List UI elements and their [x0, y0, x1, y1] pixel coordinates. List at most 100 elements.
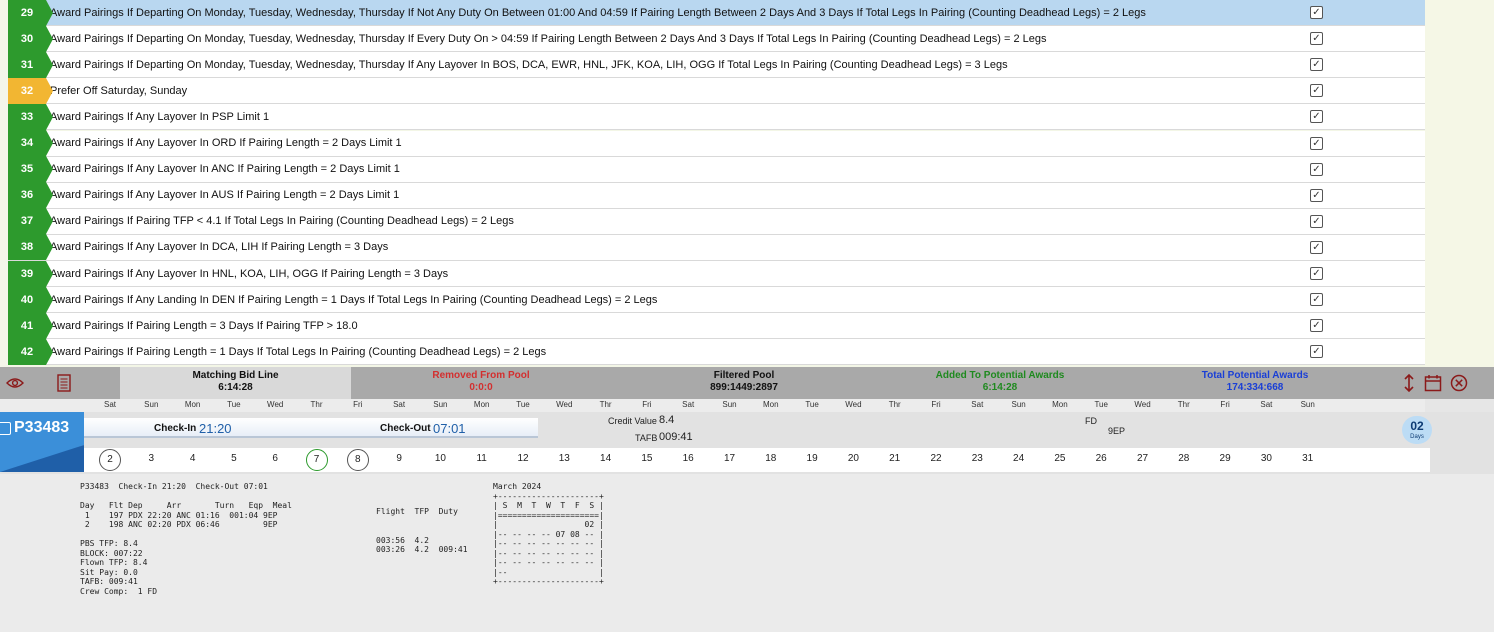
pairing-select-checkbox[interactable] — [0, 422, 11, 435]
pairing-date[interactable]: 5 — [231, 453, 237, 464]
total-potential-awards-summary[interactable]: Total Potential Awards 174:334:668 — [1123, 367, 1387, 399]
bid-line-enabled-checkbox[interactable]: ✓ — [1310, 345, 1323, 359]
pairing-date[interactable]: 12 — [517, 453, 528, 464]
pairing-date[interactable]: 11 — [476, 453, 486, 464]
bid-line-row[interactable]: 32 Prefer Off Saturday, Sunday ✓ — [8, 77, 1425, 105]
day-of-week-label: Tue — [1094, 400, 1108, 409]
day-of-week-label: Mon — [184, 400, 201, 409]
pairing-date[interactable]: 25 — [1054, 453, 1065, 464]
bid-line-row[interactable]: 41 Award Pairings If Pairing Length = 3 D… — [8, 312, 1425, 340]
pairing-date[interactable]: 9 — [396, 453, 402, 464]
pairing-date[interactable]: 15 — [641, 453, 652, 464]
bid-line-enabled-checkbox[interactable]: ✓ — [1310, 188, 1323, 202]
eye-icon[interactable] — [6, 374, 24, 392]
close-circle-icon[interactable] — [1450, 374, 1468, 392]
pairing-date[interactable]: 14 — [600, 453, 611, 464]
bid-line-enabled-checkbox[interactable]: ✓ — [1310, 214, 1323, 228]
bid-line-row[interactable]: 29 Award Pairings If Departing On Monday,… — [8, 0, 1425, 26]
matching-bid-line-summary[interactable]: Matching Bid Line 6:14:28 — [120, 367, 351, 399]
pairing-date[interactable]: 23 — [972, 453, 983, 464]
bid-line-number: 41 — [8, 312, 53, 339]
pairing-date[interactable]: 30 — [1261, 453, 1272, 464]
day-of-week-label: Tue — [227, 400, 241, 409]
bid-line-enabled-checkbox[interactable]: ✓ — [1310, 32, 1323, 46]
bid-line-row[interactable]: 30 Award Pairings If Departing On Monday,… — [8, 25, 1425, 53]
pairing-date[interactable]: 27 — [1137, 453, 1148, 464]
pairing-date[interactable]: 10 — [435, 453, 446, 464]
bid-line-row[interactable]: 37 Award Pairings If Pairing TFP < 4.1 If… — [8, 208, 1425, 235]
day-of-week-header: Sat Sun Mon Tue Wed Thr Fri Sat Sun Mon Tue Wed Thr F… — [0, 399, 1425, 412]
removed-from-pool-summary[interactable]: Removed From Pool 0:0:0 — [351, 367, 611, 399]
day-of-week-label: Mon — [763, 400, 779, 409]
pairing-row[interactable]: P33483 Check-In 21:20 Check-Out 07:01 Cr… — [0, 412, 1494, 474]
filtered-label: Filtered Pool — [713, 370, 775, 381]
day-of-week-label: Thr — [599, 400, 612, 409]
bid-line-row[interactable]: 39 Award Pairings If Any Layover In HNL, … — [8, 260, 1425, 287]
day-of-week-label: Sat — [682, 400, 695, 409]
checkin-checkout-panel: Check-In 21:20 Check-Out 07:01 — [84, 418, 538, 438]
bid-line-list: 29 Award Pairings If Departing On Monday,… — [0, 0, 1494, 367]
bid-line-number: 37 — [8, 208, 53, 235]
bid-line-text: Award Pairings If Any Landing In DEN If … — [50, 293, 658, 306]
resize-vertical-icon[interactable] — [1400, 373, 1418, 393]
bid-line-text: Award Pairings If Any Layover In PSP Lim… — [50, 110, 270, 123]
bid-line-row[interactable]: 31 Award Pairings If Departing On Monday,… — [8, 51, 1425, 79]
bid-line-row[interactable]: 35 Award Pairings If Any Layover In ANC I… — [8, 156, 1425, 183]
pairing-date[interactable]: 16 — [683, 453, 694, 464]
added-to-potential-awards-summary[interactable]: Added To Potential Awards 6:14:28 — [877, 367, 1123, 399]
day-of-week-label: Tue — [516, 400, 530, 409]
bid-line-enabled-checkbox[interactable]: ✓ — [1310, 162, 1323, 176]
bid-line-text: Award Pairings If Any Layover In DCA, LI… — [50, 241, 389, 254]
pairing-date[interactable]: 31 — [1302, 453, 1313, 464]
pairing-date[interactable]: 22 — [930, 453, 941, 464]
bid-line-enabled-checkbox[interactable]: ✓ — [1310, 58, 1323, 72]
pairing-date[interactable]: 19 — [807, 453, 818, 464]
pairing-date[interactable]: 21 — [889, 453, 900, 464]
bid-line-enabled-checkbox[interactable]: ✓ — [1310, 136, 1323, 150]
pairing-date[interactable]: 28 — [1178, 453, 1189, 464]
day-of-week-label: Fri — [642, 400, 652, 409]
bid-line-row[interactable]: 34 Award Pairings If Any Layover In ORD I… — [8, 130, 1425, 157]
removed-value: 0:0:0 — [469, 382, 493, 393]
pairing-date[interactable]: 6 — [272, 453, 278, 464]
bid-line-number: 34 — [8, 130, 53, 156]
filtered-value: 899:1449:2897 — [710, 382, 778, 393]
pairing-date-marked[interactable]: 2 — [99, 449, 121, 471]
credit-value-label: Credit Value — [608, 416, 657, 426]
pairing-date[interactable]: 18 — [765, 453, 776, 464]
pairing-date[interactable]: 13 — [559, 453, 570, 464]
document-icon[interactable] — [55, 374, 73, 392]
pairing-date[interactable]: 26 — [1096, 453, 1107, 464]
bid-line-enabled-checkbox[interactable]: ✓ — [1310, 319, 1323, 333]
filtered-pool-summary[interactable]: Filtered Pool 899:1449:2897 — [611, 367, 877, 399]
total-value: 174:334:668 — [1226, 382, 1284, 393]
day-of-week-label: Sun — [433, 400, 448, 409]
pairing-id: P33483 — [14, 419, 70, 436]
bid-line-enabled-checkbox[interactable]: ✓ — [1310, 84, 1323, 98]
bid-line-text: Award Pairings If Departing On Monday, T… — [50, 32, 1047, 45]
bid-line-enabled-checkbox[interactable]: ✓ — [1310, 267, 1323, 280]
bid-line-row[interactable]: 38 Award Pairings If Any Layover In DCA, … — [8, 234, 1425, 261]
credit-value: 8.4 — [659, 414, 675, 426]
pairing-date[interactable]: 20 — [848, 453, 859, 464]
bid-line-row[interactable]: 40 Award Pairings If Any Landing In DEN I… — [8, 286, 1425, 314]
equipment-type: 9EP — [1108, 426, 1126, 436]
calendar-icon[interactable] — [1424, 374, 1442, 392]
total-label: Total Potential Awards — [1201, 370, 1309, 381]
bid-line-row[interactable]: 42 Award Pairings If Pairing Length = 1 D… — [8, 338, 1425, 366]
pairing-date-marked[interactable]: 8 — [346, 449, 369, 471]
pairing-date[interactable]: 4 — [190, 453, 196, 464]
date-strip: 2 3 4 5 6 7 8 9 10 11 12 13 14 15 16 17 18 19 20 21 22 23 24 25… — [84, 448, 1430, 472]
bid-line-enabled-checkbox[interactable]: ✓ — [1310, 6, 1323, 19]
bid-line-enabled-checkbox[interactable]: ✓ — [1310, 240, 1323, 254]
pairing-date[interactable]: 24 — [1013, 453, 1024, 464]
pairing-date[interactable]: 17 — [724, 453, 735, 464]
pairing-date[interactable]: 29 — [1220, 453, 1231, 464]
pairing-date[interactable]: 3 — [149, 453, 155, 464]
bid-line-enabled-checkbox[interactable]: ✓ — [1310, 293, 1323, 307]
bid-line-row[interactable]: 33 Award Pairings If Any Layover In PSP L… — [8, 103, 1425, 131]
bid-line-row[interactable]: 36 Award Pairings If Any Layover In AUS I… — [8, 182, 1425, 209]
pairing-date-marked[interactable]: 7 — [305, 449, 328, 471]
bid-line-number: 29 — [8, 0, 53, 26]
bid-line-enabled-checkbox[interactable]: ✓ — [1310, 110, 1323, 124]
